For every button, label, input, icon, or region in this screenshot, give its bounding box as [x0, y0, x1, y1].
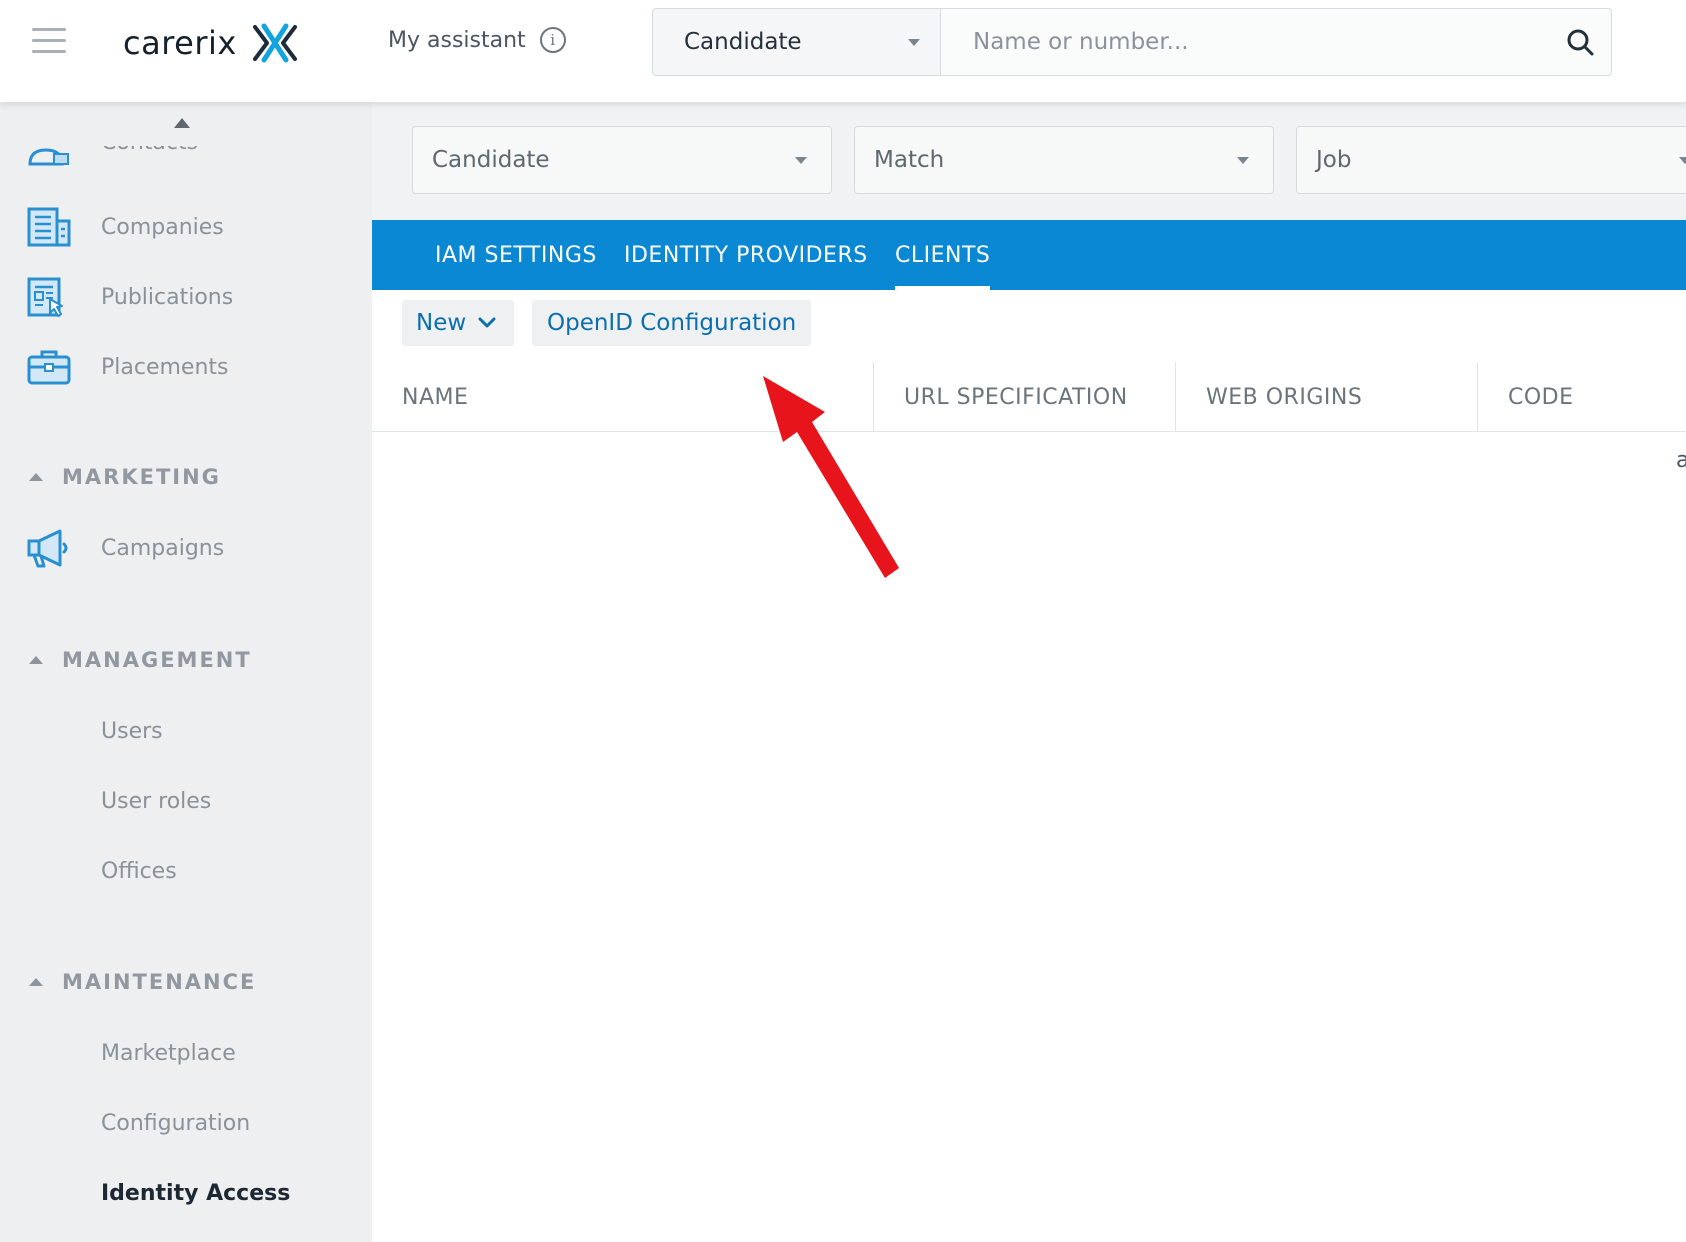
sidebar-item-label: Users — [101, 718, 163, 744]
logo-text: carerix — [123, 24, 237, 62]
my-assistant-button[interactable]: My assistant i — [388, 27, 566, 53]
global-search: Candidate — [652, 8, 1612, 76]
caret-down-icon — [908, 38, 920, 46]
section-label: MAINTENANCE — [62, 970, 257, 994]
caret-down-icon — [1237, 156, 1249, 164]
sidebar-item-label: Placements — [101, 354, 229, 380]
search-input-wrapper — [941, 9, 1611, 75]
sidebar-item-placements[interactable]: Placements — [0, 339, 372, 395]
table-row-partial-text[interactable]: a — [1676, 448, 1686, 473]
column-header-label: WEB ORIGINS — [1206, 384, 1363, 410]
sidebar-item-publications[interactable]: Publications — [0, 269, 372, 325]
sidebar-item-configuration[interactable]: Configuration — [0, 1095, 372, 1151]
search-type-dropdown[interactable]: Candidate — [653, 9, 941, 75]
column-divider[interactable] — [1477, 362, 1478, 432]
filter-value: Job — [1316, 147, 1352, 173]
column-header-code[interactable]: CODE — [1508, 362, 1574, 432]
megaphone-icon — [27, 529, 68, 568]
collapse-triangle-icon — [29, 473, 43, 481]
caret-down-icon — [1679, 156, 1686, 164]
sidebar-item-marketplace[interactable]: Marketplace — [0, 1025, 372, 1081]
clients-table-header: NAME URL SPECIFICATION WEB ORIGINS CODE — [372, 362, 1686, 432]
collapse-triangle-icon — [29, 656, 43, 664]
top-bar: carerix My assistant i Candidate — [0, 0, 1686, 102]
carerix-x-mark-icon — [252, 23, 297, 63]
column-header-label: URL SPECIFICATION — [904, 384, 1128, 410]
section-marketing[interactable]: MARKETING — [0, 457, 372, 497]
tab-bar: IAM SETTINGS IDENTITY PROVIDERS CLIENTS — [372, 220, 1686, 290]
my-assistant-label: My assistant — [388, 27, 526, 53]
search-icon[interactable] — [1565, 27, 1595, 57]
filter-value: Match — [874, 147, 945, 173]
column-header-label: NAME — [402, 384, 469, 410]
sidebar-item-label: User roles — [101, 788, 212, 814]
sidebar-item-label: Contacts — [101, 146, 198, 155]
filter-value: Candidate — [432, 147, 550, 173]
filter-strip: Candidate Match Job — [372, 102, 1686, 220]
sidebar-item-campaigns[interactable]: Campaigns — [0, 520, 372, 576]
section-label: MANAGEMENT — [62, 648, 252, 672]
filter-match-dropdown[interactable]: Match — [854, 126, 1274, 194]
publications-icon — [27, 277, 63, 317]
contacts-icon — [28, 148, 69, 166]
tab-iam-settings[interactable]: IAM SETTINGS — [435, 220, 597, 290]
hamburger-menu-icon[interactable] — [32, 28, 66, 54]
chevron-down-icon — [478, 317, 496, 328]
new-button-label: New — [416, 310, 467, 336]
openid-configuration-label: OpenID Configuration — [547, 310, 797, 336]
sidebar-item-offices[interactable]: Offices — [0, 843, 372, 899]
tab-label: CLIENTS — [895, 242, 991, 268]
sidebar-item-label: Identity Access — [101, 1180, 291, 1206]
sidebar-item-label: Marketplace — [101, 1040, 236, 1066]
sidebar: Contacts Companies Publications Place — [0, 102, 372, 1242]
filter-candidate-dropdown[interactable]: Candidate — [412, 126, 832, 194]
column-divider[interactable] — [873, 362, 874, 432]
sidebar-item-label: Campaigns — [101, 535, 225, 561]
search-input[interactable] — [973, 29, 1565, 55]
placements-icon — [27, 350, 71, 385]
scroll-up-icon[interactable] — [174, 118, 190, 128]
sidebar-item-user-roles[interactable]: User roles — [0, 773, 372, 829]
companies-icon — [27, 207, 71, 247]
column-header-label: CODE — [1508, 384, 1574, 410]
sidebar-item-contacts[interactable]: Contacts — [26, 146, 326, 170]
search-type-value: Candidate — [684, 29, 802, 55]
sidebar-item-label: Offices — [101, 858, 177, 884]
tab-label: IAM SETTINGS — [435, 242, 597, 268]
sidebar-item-companies[interactable]: Companies — [0, 199, 372, 255]
openid-configuration-button[interactable]: OpenID Configuration — [532, 300, 812, 346]
main-content: Candidate Match Job IAM SETTINGS IDENTIT… — [372, 102, 1686, 1242]
section-maintenance[interactable]: MAINTENANCE — [0, 962, 372, 1002]
section-management[interactable]: MANAGEMENT — [0, 640, 372, 680]
filter-job-dropdown[interactable]: Job — [1296, 126, 1686, 194]
caret-down-icon — [795, 156, 807, 164]
tab-clients[interactable]: CLIENTS — [895, 220, 991, 290]
info-icon[interactable]: i — [539, 27, 566, 53]
column-header-web-origins[interactable]: WEB ORIGINS — [1206, 362, 1362, 432]
column-header-name[interactable]: NAME — [402, 362, 468, 432]
column-header-url-specification[interactable]: URL SPECIFICATION — [904, 362, 1128, 432]
section-label: MARKETING — [62, 465, 221, 489]
tab-identity-providers[interactable]: IDENTITY PROVIDERS — [624, 220, 868, 290]
sidebar-item-label: Publications — [101, 284, 234, 310]
sidebar-item-identity-access[interactable]: Identity Access — [0, 1165, 372, 1221]
carerix-logo[interactable]: carerix — [123, 18, 297, 68]
sidebar-item-users[interactable]: Users — [0, 703, 372, 759]
sidebar-item-label: Companies — [101, 214, 224, 240]
tab-label: IDENTITY PROVIDERS — [624, 242, 868, 268]
sidebar-item-label: Configuration — [101, 1110, 251, 1136]
column-divider[interactable] — [1175, 362, 1176, 432]
new-button[interactable]: New — [402, 300, 515, 346]
collapse-triangle-icon — [29, 978, 43, 986]
